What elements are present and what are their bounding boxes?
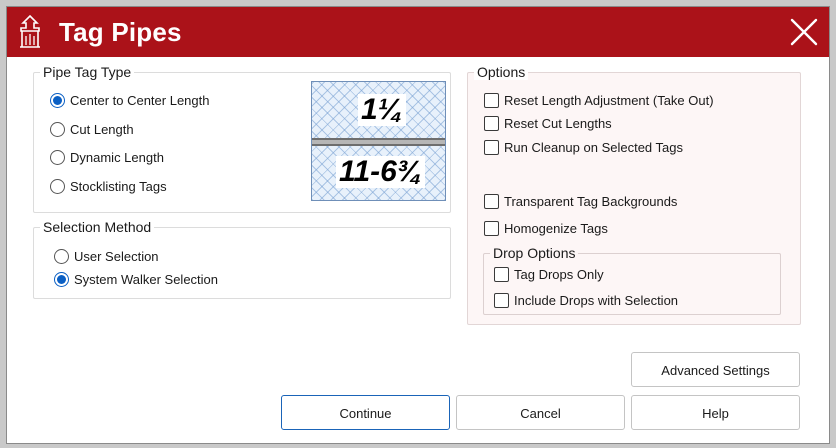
radio-cut-length[interactable]: Cut Length [50, 120, 134, 138]
checkbox-label: Homogenize Tags [504, 220, 608, 236]
tag-preview-image: 1¼ 11-6¾ [311, 81, 446, 201]
radio-button[interactable] [50, 121, 65, 137]
help-button[interactable]: Help [631, 395, 800, 430]
checkbox-label: Run Cleanup on Selected Tags [504, 139, 683, 155]
close-icon[interactable] [789, 17, 819, 47]
checkbox[interactable] [484, 193, 499, 209]
pipe-tag-type-legend: Pipe Tag Type [40, 64, 135, 80]
checkbox[interactable] [484, 220, 499, 236]
check-include-drops-with-selection[interactable]: Include Drops with Selection [494, 291, 678, 309]
radio-label: Cut Length [70, 121, 134, 137]
radio-label: System Walker Selection [74, 271, 219, 287]
options-legend: Options [474, 64, 529, 80]
drop-options-legend: Drop Options [490, 245, 579, 261]
radio-label: Center to Center Length [70, 92, 210, 108]
checkbox[interactable] [484, 92, 499, 108]
radio-dynamic-length[interactable]: Dynamic Length [50, 148, 164, 166]
check-reset-length-adjustment[interactable]: Reset Length Adjustment (Take Out) [484, 91, 714, 109]
radio-label: User Selection [74, 248, 159, 264]
checkbox[interactable] [494, 266, 509, 282]
checkbox-label: Reset Cut Lengths [504, 115, 612, 131]
checkbox[interactable] [484, 139, 499, 155]
checkbox-label: Reset Length Adjustment (Take Out) [504, 92, 714, 108]
radio-button[interactable] [50, 149, 65, 165]
selection-method-legend: Selection Method [40, 219, 155, 235]
check-tag-drops-only[interactable]: Tag Drops Only [494, 265, 604, 283]
preview-bottom-tag: 11-6¾ [336, 156, 425, 188]
checkbox-label: Include Drops with Selection [514, 292, 679, 308]
cancel-button[interactable]: Cancel [456, 395, 625, 430]
tag-pipes-dialog: Tag Pipes Pipe Tag Type Center to Center… [6, 6, 830, 444]
radio-button[interactable] [50, 92, 65, 108]
check-reset-cut-lengths[interactable]: Reset Cut Lengths [484, 114, 612, 132]
continue-button[interactable]: Continue [281, 395, 450, 430]
window-title: Tag Pipes [59, 17, 182, 47]
pipe-band [312, 138, 445, 146]
check-run-cleanup[interactable]: Run Cleanup on Selected Tags [484, 138, 683, 156]
radio-system-walker-selection[interactable]: System Walker Selection [54, 270, 218, 288]
radio-center-to-center[interactable]: Center to Center Length [50, 91, 209, 109]
check-homogenize-tags[interactable]: Homogenize Tags [484, 219, 608, 237]
app-logo-icon [20, 14, 40, 48]
radio-stocklisting-tags[interactable]: Stocklisting Tags [50, 177, 167, 195]
checkbox[interactable] [494, 292, 509, 308]
preview-top-tag: 1¼ [358, 94, 406, 126]
radio-user-selection[interactable]: User Selection [54, 247, 159, 265]
radio-button[interactable] [50, 178, 65, 194]
check-transparent-tag-backgrounds[interactable]: Transparent Tag Backgrounds [484, 192, 677, 210]
radio-button[interactable] [54, 271, 69, 287]
checkbox[interactable] [484, 115, 499, 131]
radio-label: Stocklisting Tags [70, 178, 167, 194]
title-bar: Tag Pipes [7, 7, 829, 57]
checkbox-label: Transparent Tag Backgrounds [504, 193, 678, 209]
advanced-settings-button[interactable]: Advanced Settings [631, 352, 800, 387]
radio-button[interactable] [54, 248, 69, 264]
checkbox-label: Tag Drops Only [514, 266, 604, 282]
radio-label: Dynamic Length [70, 149, 164, 165]
